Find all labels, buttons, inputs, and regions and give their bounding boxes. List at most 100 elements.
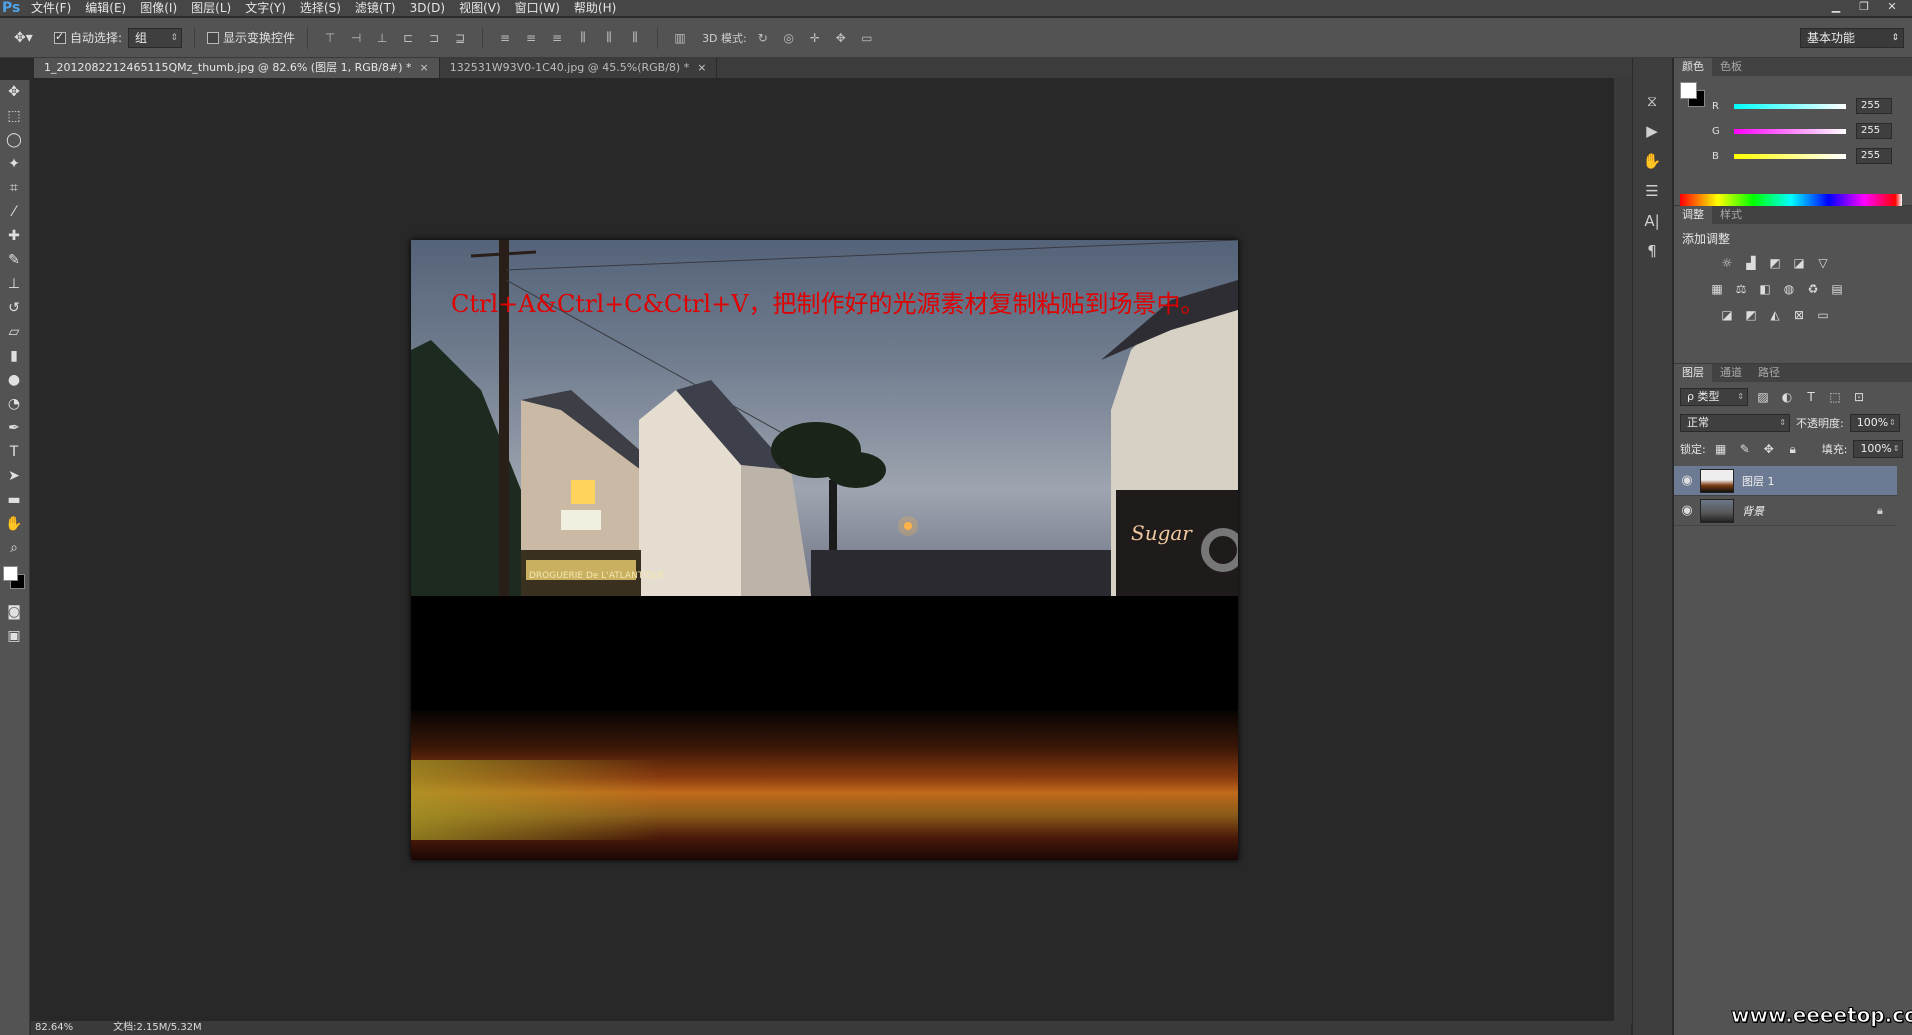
curves-icon[interactable]: ◩ (1766, 254, 1784, 272)
marquee-tool-icon[interactable]: ⬚ (0, 104, 28, 128)
distribute-hcenter-icon[interactable]: ⫼ (599, 29, 619, 47)
tab-paths[interactable]: 路径 (1750, 364, 1788, 382)
distribute-left-icon[interactable]: ⫼ (573, 29, 593, 47)
blue-slider[interactable] (1734, 153, 1846, 159)
green-value[interactable]: 255 (1856, 123, 1892, 139)
distribute-right-icon[interactable]: ⫼ (625, 29, 645, 47)
menu-layer[interactable]: 图层(L) (184, 0, 238, 16)
red-value[interactable]: 255 (1856, 98, 1892, 114)
doc-tab-inactive[interactable]: 132531W93V0-1C40.jpg @ 45.5%(RGB/8) * × (440, 58, 718, 78)
auto-select-dropdown[interactable]: 组 (128, 27, 183, 48)
gradient-map-icon[interactable]: ▭ (1814, 306, 1832, 324)
green-slider[interactable] (1734, 128, 1846, 134)
hue-saturation-icon[interactable]: ▦ (1708, 280, 1726, 298)
zoom-level[interactable]: 82.64% (35, 1021, 73, 1035)
distribute-bottom-icon[interactable]: ≡ (547, 29, 567, 47)
menu-select[interactable]: 选择(S) (293, 0, 348, 16)
character-panel-icon[interactable]: A| (1633, 206, 1671, 236)
menu-3d[interactable]: 3D(D) (403, 0, 452, 16)
color-balance-icon[interactable]: ⚖ (1732, 280, 1750, 298)
blend-mode-dropdown[interactable]: 正常 (1680, 414, 1790, 432)
black-white-icon[interactable]: ◧ (1756, 280, 1774, 298)
menu-view[interactable]: 视图(V) (452, 0, 508, 16)
history-brush-tool-icon[interactable]: ↺ (0, 296, 28, 320)
dodge-tool-icon[interactable]: ◔ (0, 392, 28, 416)
menu-filter[interactable]: 滤镜(T) (348, 0, 403, 16)
gradient-tool-icon[interactable]: ▮ (0, 344, 28, 368)
distribute-top-icon[interactable]: ≡ (495, 29, 515, 47)
move-tool-icon[interactable]: ✥ (0, 80, 28, 104)
levels-icon[interactable]: ▟ (1742, 254, 1760, 272)
smart-filter-icon[interactable]: ⊡ (1850, 388, 1868, 406)
fill-field[interactable]: 100% (1853, 440, 1904, 458)
3d-slide-icon[interactable]: ✥ (831, 29, 851, 47)
lock-all-icon[interactable]: 🔒︎ (1784, 440, 1802, 458)
photo-filter-icon[interactable]: ◍ (1780, 280, 1798, 298)
posterize-icon[interactable]: ◩ (1742, 306, 1760, 324)
eraser-tool-icon[interactable]: ▱ (0, 320, 28, 344)
minimize-icon[interactable]: ▁ (1824, 0, 1848, 14)
type-filter-icon[interactable]: T (1802, 388, 1820, 406)
layer-filter-dropdown[interactable]: ρ 类型 (1680, 388, 1748, 406)
align-top-icon[interactable]: ⊤ (320, 29, 340, 47)
align-bottom-icon[interactable]: ⊥ (372, 29, 392, 47)
paragraph-panel-icon[interactable]: ¶ (1633, 236, 1671, 266)
vibrance-icon[interactable]: ▽ (1814, 254, 1832, 272)
foreground-color-swatch[interactable] (3, 566, 18, 581)
visibility-eye-icon[interactable]: ◉ (1674, 473, 1700, 488)
shape-filter-icon[interactable]: ⬚ (1826, 388, 1844, 406)
color-spectrum[interactable] (1680, 194, 1902, 206)
eyedropper-tool-icon[interactable]: ⁄ (0, 200, 28, 224)
3d-roll-icon[interactable]: ◎ (779, 29, 799, 47)
zoom-tool-icon[interactable]: ⌕ (0, 536, 28, 560)
actions-panel-icon[interactable]: ▶ (1633, 116, 1671, 146)
hand-tool-icon[interactable]: ✋ (0, 512, 28, 536)
threshold-icon[interactable]: ◭ (1766, 306, 1784, 324)
close-icon[interactable]: × (420, 58, 429, 78)
layer-name[interactable]: 图层 1 (1742, 473, 1897, 489)
path-selection-tool-icon[interactable]: ➤ (0, 464, 28, 488)
distribute-vcenter-icon[interactable]: ≡ (521, 29, 541, 47)
close-icon[interactable]: ✕ (1880, 0, 1904, 14)
show-transform-checkbox[interactable]: 显示变换控件 (207, 29, 295, 46)
menu-window[interactable]: 窗口(W) (508, 0, 567, 16)
menu-edit[interactable]: 编辑(E) (78, 0, 133, 16)
menu-type[interactable]: 文字(Y) (238, 0, 293, 16)
brush-tool-icon[interactable]: ✎ (0, 248, 28, 272)
selective-color-icon[interactable]: ⊠ (1790, 306, 1808, 324)
lock-position-icon[interactable]: ✥ (1760, 440, 1778, 458)
vertical-scrollbar[interactable] (1614, 78, 1632, 1024)
screen-mode-icon[interactable]: ▣ (0, 624, 28, 648)
align-vcenter-icon[interactable]: ⊣ (346, 29, 366, 47)
doc-tab-active[interactable]: 1_2012082212465115QMz_thumb.jpg @ 82.6% … (34, 58, 440, 78)
lock-pixels-icon[interactable]: ✎ (1736, 440, 1754, 458)
tab-styles[interactable]: 样式 (1712, 206, 1750, 224)
tab-channels[interactable]: 通道 (1712, 364, 1750, 382)
foreground-color-swatch[interactable] (1680, 82, 1697, 99)
3d-scale-icon[interactable]: ▭ (857, 29, 877, 47)
restore-icon[interactable]: ❐ (1852, 0, 1876, 14)
align-hcenter-icon[interactable]: ⊐ (424, 29, 444, 47)
properties-panel-icon[interactable]: ☰ (1633, 176, 1671, 206)
adjust-filter-icon[interactable]: ◐ (1778, 388, 1796, 406)
tab-color[interactable]: 颜色 (1674, 58, 1712, 76)
red-slider[interactable] (1734, 103, 1846, 109)
menu-help[interactable]: 帮助(H) (567, 0, 623, 16)
checkbox-icon[interactable] (207, 31, 220, 44)
auto-align-icon[interactable]: ▥ (670, 29, 690, 47)
layer-row-layer1[interactable]: ◉ 图层 1 (1674, 466, 1897, 496)
stamp-tool-icon[interactable]: ⊥ (0, 272, 28, 296)
layer-name[interactable]: 背景 (1742, 503, 1877, 519)
menu-file[interactable]: 文件(F) (24, 0, 78, 16)
type-tool-icon[interactable]: T (0, 440, 28, 464)
blue-value[interactable]: 255 (1856, 148, 1892, 164)
blur-tool-icon[interactable]: ● (0, 368, 28, 392)
align-left-icon[interactable]: ⊏ (398, 29, 418, 47)
lasso-tool-icon[interactable]: ◯ (0, 128, 28, 152)
invert-icon[interactable]: ◪ (1718, 306, 1736, 324)
crop-tool-icon[interactable]: ⌗ (0, 176, 28, 200)
quick-mask-icon[interactable]: ◙ (0, 600, 28, 624)
checkbox-icon[interactable] (54, 30, 66, 44)
exposure-icon[interactable]: ◪ (1790, 254, 1808, 272)
workspace-dropdown[interactable]: 基本功能 (1800, 28, 1904, 48)
